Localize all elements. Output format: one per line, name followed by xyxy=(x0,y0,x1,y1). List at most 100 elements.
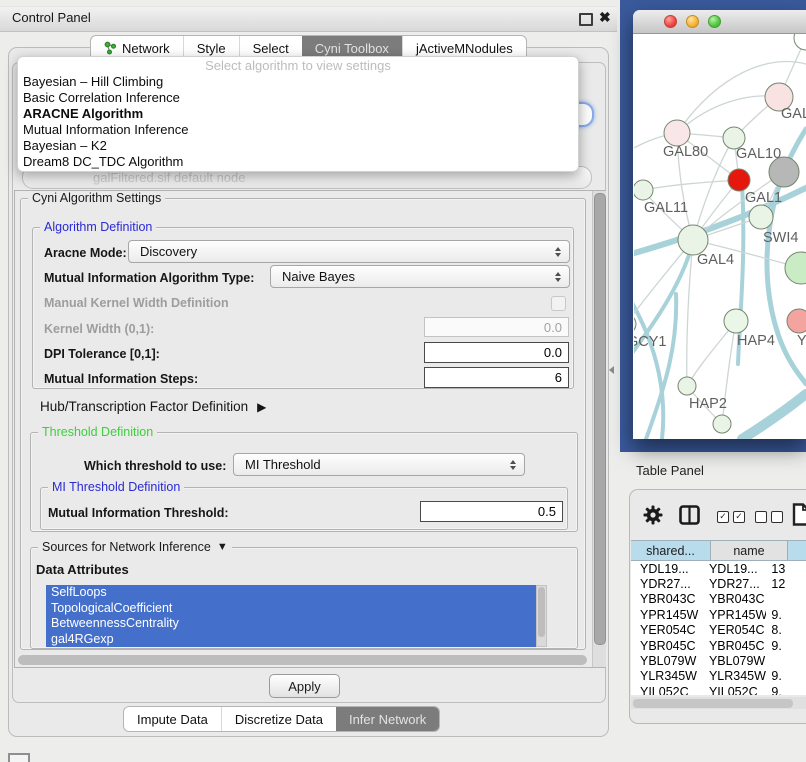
network-canvas[interactable]: GALGAL80GAL10GAL1SWI4GAL11GAL4GCY1HAP4YH… xyxy=(634,34,806,439)
tab-label: Style xyxy=(197,41,226,56)
table-body: YDL19...YDL19...13YDR27...YDR27...12YBR0… xyxy=(631,561,806,695)
tab-label: Network xyxy=(122,41,170,56)
network-edge[interactable] xyxy=(742,394,806,439)
table-cell: YER054C xyxy=(631,623,700,637)
table-cell: 12 xyxy=(766,577,806,591)
network-window-titlebar[interactable] xyxy=(633,10,806,34)
dropdown-item-list: Bayesian – Hill ClimbingBasic Correlatio… xyxy=(18,74,578,170)
table-row[interactable]: YDL19...YDL19...13 xyxy=(631,561,806,576)
table-row[interactable]: YBL079WYBL079W xyxy=(631,653,806,668)
table-row[interactable]: YIL052CYIL052C9. xyxy=(631,684,806,695)
network-node-hap2[interactable] xyxy=(678,377,696,395)
table-header-cell[interactable]: shared... xyxy=(631,540,711,561)
network-edge[interactable] xyxy=(677,96,779,133)
table-cell: YBL079W xyxy=(700,654,766,668)
mi-algorithm-type-label: Mutual Information Algorithm Type: xyxy=(44,271,254,285)
horizontal-scrollbar-thumb[interactable] xyxy=(18,655,587,665)
network-node-gal1[interactable] xyxy=(728,169,750,191)
tab-discretize-data[interactable]: Discretize Data xyxy=(221,707,336,731)
select-all-columns-icon[interactable]: ✓ ✓ xyxy=(717,511,745,523)
which-threshold-combo[interactable]: MI Threshold xyxy=(233,453,525,476)
hub-definition-expander[interactable]: Hub/Transcription Factor Definition ▶ xyxy=(40,399,266,414)
kernel-width-field[interactable]: 0.0 xyxy=(424,317,569,337)
dropdown-item[interactable]: Bayesian – K2 xyxy=(18,138,578,154)
tab-infer-network[interactable]: Infer Network xyxy=(336,707,439,731)
table-row[interactable]: YBR043CYBR043C xyxy=(631,592,806,607)
tab-label: jActiveMNodules xyxy=(416,41,513,56)
network-node-swi4[interactable] xyxy=(749,205,773,229)
table-cell: 8. xyxy=(766,623,806,637)
network-edge[interactable] xyxy=(646,294,676,439)
network-node-label: HAP2 xyxy=(689,396,727,412)
kernel-width-label: Kernel Width (0,1): xyxy=(44,322,154,336)
collapsed-arrow-icon[interactable]: ▶ xyxy=(257,400,266,414)
network-node-label: SWI4 xyxy=(763,230,798,246)
dpi-tolerance-field[interactable]: 0.0 xyxy=(424,342,569,363)
network-node[interactable] xyxy=(785,252,806,284)
data-attributes-label: Data Attributes xyxy=(36,562,129,577)
network-node-gal11[interactable] xyxy=(634,180,653,200)
unchecked-box-icon xyxy=(755,511,767,523)
document-icon[interactable] xyxy=(792,503,806,531)
window-zoom-button[interactable] xyxy=(708,15,721,28)
network-node-gcy1[interactable] xyxy=(634,314,636,334)
table-row[interactable]: YDR27...YDR27...12 xyxy=(631,576,806,591)
table-row[interactable]: YLR345WYLR345W9. xyxy=(631,669,806,684)
tab-label: Impute Data xyxy=(137,712,208,727)
table-row[interactable]: YPR145WYPR145W9. xyxy=(631,607,806,622)
group-title: Threshold Definition xyxy=(38,425,157,439)
network-node-y[interactable] xyxy=(787,309,806,333)
data-attributes-list: SelfLoopsTopologicalCoefficientBetweenne… xyxy=(46,585,536,647)
dropdown-item[interactable]: Mutual Information Inference xyxy=(18,122,578,138)
minimized-panel-icon[interactable] xyxy=(8,753,30,762)
table-header-cell[interactable] xyxy=(788,540,806,561)
list-scrollbar-thumb[interactable] xyxy=(538,587,545,637)
network-node-label: Y xyxy=(797,333,806,349)
data-attribute-item[interactable]: SelfLoops xyxy=(46,585,536,601)
table-hscrollbar-thumb[interactable] xyxy=(633,699,793,708)
close-panel-icon[interactable]: ✖ xyxy=(599,9,611,26)
window-close-button[interactable] xyxy=(664,15,677,28)
apply-button[interactable]: Apply xyxy=(269,674,340,698)
mi-steps-field[interactable]: 6 xyxy=(424,367,569,388)
table-cell: YPR145W xyxy=(631,608,700,622)
window-minimize-button[interactable] xyxy=(686,15,699,28)
table-cell: 9. xyxy=(766,639,806,653)
manual-kernel-width-label: Manual Kernel Width Definition xyxy=(44,296,229,310)
gear-icon[interactable] xyxy=(643,505,663,530)
vertical-scrollbar-thumb[interactable] xyxy=(594,193,606,645)
network-edge[interactable] xyxy=(643,180,739,190)
network-node[interactable] xyxy=(794,34,806,50)
mi-algorithm-type-combo[interactable]: Naive Bayes xyxy=(270,265,570,288)
group-title: Algorithm Definition xyxy=(40,220,156,234)
table-cell: YBR045C xyxy=(700,639,766,653)
network-node[interactable] xyxy=(769,157,799,187)
panel-divider-grip-icon[interactable] xyxy=(609,366,614,374)
network-node-hap4[interactable] xyxy=(724,309,748,333)
aracne-mode-combo[interactable]: Discovery xyxy=(128,240,570,263)
network-node-gal80[interactable] xyxy=(664,120,690,146)
expanded-arrow-icon[interactable]: ▼ xyxy=(217,541,228,553)
which-threshold-label: Which threshold to use: xyxy=(84,459,226,473)
split-columns-icon[interactable] xyxy=(679,505,700,530)
network-node[interactable] xyxy=(713,415,731,433)
deselect-all-columns-icon[interactable] xyxy=(755,511,783,523)
dropdown-item[interactable]: ARACNE Algorithm xyxy=(18,106,578,122)
combo-arrows-icon xyxy=(555,247,561,257)
dropdown-item[interactable]: Bayesian – Hill Climbing xyxy=(18,74,578,90)
data-attribute-item[interactable]: BetweennessCentrality xyxy=(46,616,536,632)
table-row[interactable]: YER054CYER054C8. xyxy=(631,623,806,638)
network-node-gal4[interactable] xyxy=(678,225,708,255)
dropdown-item[interactable]: Dream8 DC_TDC Algorithm xyxy=(18,154,578,170)
table-row[interactable]: YBR045CYBR045C9. xyxy=(631,638,806,653)
data-attribute-item[interactable]: TopologicalCoefficient xyxy=(46,601,536,617)
data-attribute-item[interactable]: gal4RGexp xyxy=(46,632,536,648)
tab-impute-data[interactable]: Impute Data xyxy=(124,707,221,731)
table-header-cell[interactable]: name xyxy=(711,540,788,561)
manual-kernel-width-checkbox[interactable] xyxy=(551,296,566,311)
network-node-label: GCY1 xyxy=(634,334,667,350)
mi-threshold-field[interactable]: 0.5 xyxy=(420,501,563,522)
dropdown-item[interactable]: Basic Correlation Inference xyxy=(18,90,578,106)
float-panel-icon[interactable] xyxy=(579,13,593,26)
network-node-label: GAL1 xyxy=(745,190,782,206)
